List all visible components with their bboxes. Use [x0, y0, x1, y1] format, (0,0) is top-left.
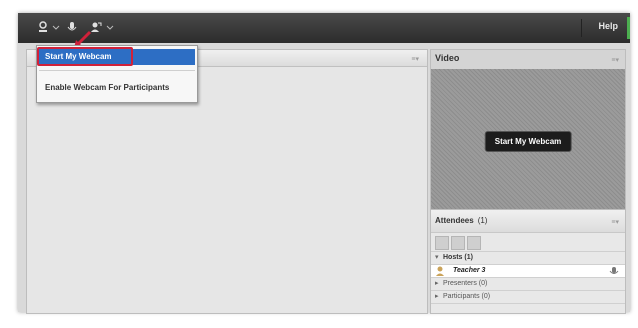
- user-icon: [39, 21, 47, 32]
- video-pod-title: Video: [435, 53, 460, 63]
- collapsed-arrow-icon: ▸: [435, 293, 439, 300]
- microphone-status-icon[interactable]: [609, 266, 619, 276]
- group-presenters[interactable]: ▸ Presenters (0): [431, 278, 625, 291]
- top-toolbar: Help: [18, 13, 630, 43]
- help-menu[interactable]: Help: [598, 21, 618, 31]
- group-participants[interactable]: ▸ Participants (0): [431, 291, 625, 304]
- pod-options-icon[interactable]: ≡▾: [411, 55, 419, 63]
- toolbar-divider: [581, 19, 582, 37]
- list-view-icon[interactable]: [435, 236, 449, 250]
- attendee-row[interactable]: Teacher 3: [431, 265, 625, 278]
- grid-view-icon[interactable]: [451, 236, 465, 250]
- group-label: Presenters (0): [443, 280, 488, 287]
- group-hosts[interactable]: ▾ Hosts (1): [431, 252, 625, 265]
- attendees-title-label: Attendees: [435, 216, 474, 225]
- group-label: Participants (0): [443, 293, 491, 300]
- video-display: Start My Webcam: [431, 69, 625, 210]
- attendee-name: Teacher 3: [453, 267, 486, 274]
- status-indicator: [627, 17, 630, 39]
- pod-options-icon[interactable]: ≡▾: [611, 218, 619, 226]
- attendees-pod: Attendees (1) ≡▾ ▾ Hosts (1) Teacher 3 ▸ Pr…: [430, 209, 626, 314]
- webcam-menu-button[interactable]: [38, 19, 60, 35]
- expanded-arrow-icon: ▾: [435, 254, 439, 261]
- host-user-icon: [436, 266, 444, 276]
- collapsed-arrow-icon: ▸: [435, 280, 439, 287]
- attendees-count: (1): [477, 216, 488, 225]
- highlight-annotation: [37, 47, 133, 66]
- chevron-down-icon: [52, 25, 60, 30]
- attendees-title: Attendees (1): [435, 216, 487, 225]
- pod-options-icon[interactable]: ≡▾: [611, 56, 619, 64]
- sort-view-icon[interactable]: [467, 236, 481, 250]
- menu-item-enable-webcam-participants[interactable]: Enable Webcam For Participants: [39, 80, 195, 96]
- start-webcam-button[interactable]: Start My Webcam: [484, 131, 572, 152]
- group-label: Hosts (1): [443, 254, 473, 261]
- video-pod: Video ≡▾ Start My Webcam: [430, 49, 626, 211]
- attendees-header: Attendees (1) ≡▾: [431, 210, 625, 233]
- menu-divider: [39, 70, 195, 71]
- attendee-view-toolbar: [431, 233, 625, 252]
- chevron-down-icon: [106, 25, 114, 30]
